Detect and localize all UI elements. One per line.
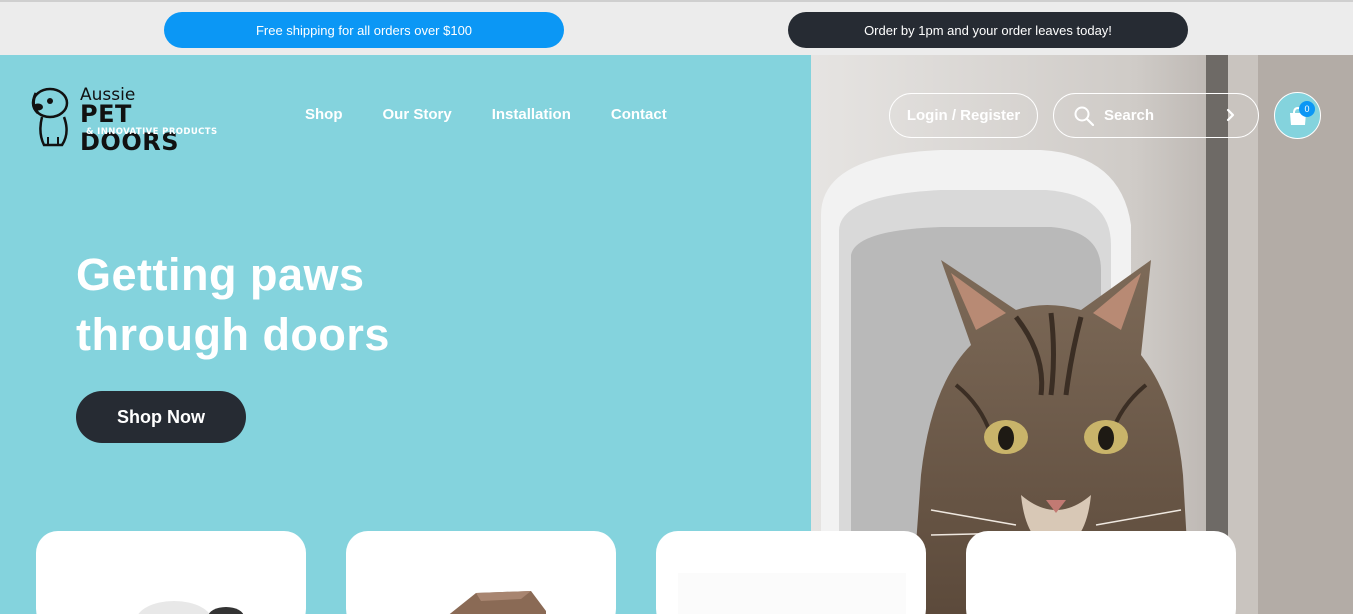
hero-headline: Getting paws through doors [76, 245, 496, 365]
nav-shop[interactable]: Shop [305, 106, 343, 123]
product-image [678, 573, 906, 614]
search-icon [1074, 106, 1094, 126]
product-card[interactable] [346, 531, 616, 614]
nav-installation[interactable]: Installation [492, 106, 571, 123]
announcement-bar: Free shipping for all orders over $100 O… [0, 0, 1353, 55]
cart-count-badge: 0 [1299, 101, 1315, 117]
hero-headline-line-2: through doors [76, 309, 390, 360]
chevron-right-icon[interactable] [1226, 107, 1236, 123]
search-input[interactable]: Search [1104, 107, 1214, 124]
dog-logo-icon [31, 87, 69, 147]
product-card[interactable] [36, 531, 306, 614]
product-card[interactable] [656, 531, 926, 614]
dispatch-announcement: Order by 1pm and your order leaves today… [788, 12, 1188, 48]
cart-button[interactable]: 0 [1274, 92, 1321, 139]
hero-headline-line-1: Getting paws [76, 249, 365, 300]
product-card[interactable] [966, 531, 1236, 614]
shop-now-button[interactable]: Shop Now [76, 391, 246, 443]
nav-contact[interactable]: Contact [611, 106, 667, 123]
site-logo[interactable]: Aussie PET DOORS & INNOVATIVE PRODUCTS [28, 83, 238, 156]
product-image [449, 591, 546, 614]
search-bar[interactable]: Search [1053, 93, 1259, 138]
main-nav: Shop Our Story Installation Contact [305, 106, 707, 123]
product-image [138, 601, 244, 614]
logo-line-tagline: & INNOVATIVE PRODUCTS [86, 127, 218, 137]
shipping-announcement: Free shipping for all orders over $100 [164, 12, 564, 48]
hero-section: Aussie PET DOORS & INNOVATIVE PRODUCTS S… [0, 55, 1353, 614]
nav-our-story[interactable]: Our Story [383, 106, 452, 123]
login-register-button[interactable]: Login / Register [889, 93, 1038, 138]
